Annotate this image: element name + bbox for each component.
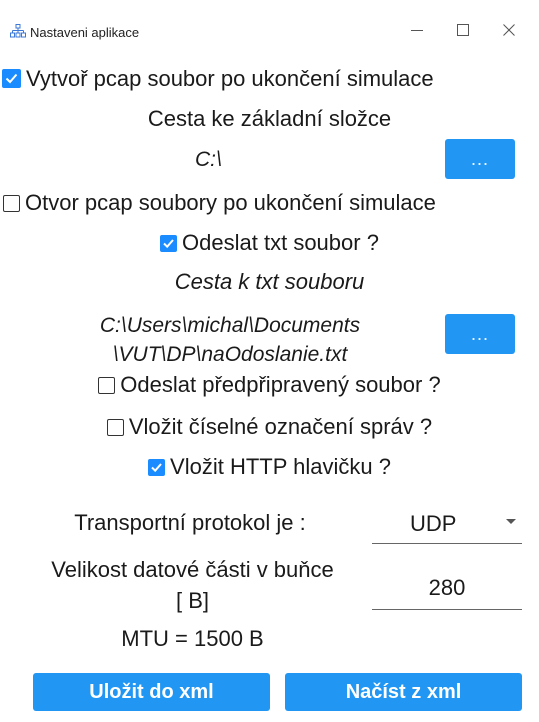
- send-txt-checkbox[interactable]: Odeslat txt soubor ?: [0, 230, 539, 256]
- create-pcap-checkbox[interactable]: Vytvoř pcap soubor po ukončení simulace: [2, 66, 539, 92]
- browse-txt-button[interactable]: ...: [445, 314, 515, 354]
- txt-path-line2: \VUT\DP\naOdoslanie.txt: [112, 343, 348, 366]
- checkbox-checked-icon: [148, 459, 166, 476]
- minimize-button[interactable]: [394, 18, 440, 42]
- payload-size-value: 280: [428, 575, 466, 600]
- payload-size-label-line1: Velikost datové části v buňce: [51, 557, 334, 582]
- dropdown-caret-icon: [506, 519, 516, 524]
- checkbox-unchecked-icon: [3, 195, 20, 212]
- close-button[interactable]: [486, 18, 532, 42]
- transport-label: Transportní protokol je :: [74, 510, 306, 535]
- minimize-icon: [394, 24, 440, 36]
- maximize-icon: [440, 24, 486, 36]
- payload-size-label-line2: [ B]: [175, 588, 209, 613]
- folder-path-label: Cesta ke základní složce: [147, 106, 392, 131]
- folder-path-value: C:\: [195, 148, 222, 171]
- create-pcap-label: Vytvoř pcap soubor po ukončení simulace: [26, 66, 434, 91]
- transport-select[interactable]: UDP: [372, 499, 522, 544]
- checkbox-checked-icon: [160, 235, 178, 252]
- checkbox-checked-icon: [2, 69, 21, 88]
- title-bar: Nastaveni aplikace: [0, 0, 539, 40]
- payload-size-input[interactable]: 280: [372, 563, 522, 610]
- transport-value: UDP: [410, 511, 457, 536]
- prepared-file-label: Odeslat předpřipravený soubor ?: [120, 372, 441, 397]
- open-pcap-checkbox[interactable]: Otvor pcap soubory po ukončení simulace: [3, 190, 539, 216]
- window-title: Nastaveni aplikace: [30, 25, 140, 40]
- network-icon: [10, 24, 26, 38]
- txt-path-line1: C:\Users\michal\Documents: [99, 314, 361, 337]
- maximize-button[interactable]: [440, 18, 486, 42]
- save-xml-button[interactable]: Uložit do xml: [33, 673, 270, 711]
- numbering-checkbox[interactable]: Vložit číselné označení správ ?: [0, 414, 539, 440]
- open-pcap-label: Otvor pcap soubory po ukončení simulace: [25, 190, 436, 215]
- txt-path-label: Cesta k txt souboru: [174, 269, 365, 294]
- numbering-label: Vložit číselné označení správ ?: [128, 414, 433, 439]
- checkbox-unchecked-icon: [106, 419, 124, 436]
- close-icon: [486, 24, 532, 36]
- checkbox-unchecked-icon: [98, 377, 116, 394]
- send-txt-label: Odeslat txt soubor ?: [182, 230, 379, 255]
- mtu-info: MTU = 1500 B: [121, 626, 264, 651]
- prepared-file-checkbox[interactable]: Odeslat předpřipravený soubor ?: [0, 372, 539, 398]
- browse-folder-button[interactable]: ...: [445, 139, 515, 179]
- http-header-checkbox[interactable]: Vložit HTTP hlavičku ?: [0, 454, 539, 480]
- http-header-label: Vložit HTTP hlavičku ?: [170, 454, 391, 479]
- load-xml-button[interactable]: Načíst z xml: [285, 673, 522, 711]
